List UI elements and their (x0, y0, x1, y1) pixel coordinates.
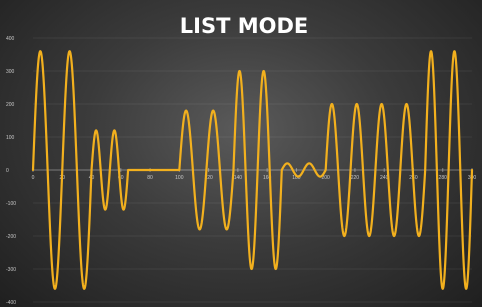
axes (32, 168, 473, 172)
chart-title: LIST MODE (180, 14, 308, 38)
y-tick-label: 300 (6, 69, 15, 75)
x-tick-label: 220 (351, 175, 360, 181)
y-tick-label: 0 (6, 168, 9, 174)
x-tick-label: 80 (147, 175, 153, 181)
x-tick-label: 280 (439, 175, 448, 181)
y-tick-label: -400 (6, 300, 16, 306)
y-tick-label: 200 (6, 102, 15, 108)
x-tick-label: 0 (32, 175, 35, 181)
y-tick-label: 400 (6, 36, 15, 42)
x-tick-label: 100 (175, 175, 184, 181)
y-tick-label: -200 (6, 234, 16, 240)
x-tick-label: 140 (234, 175, 243, 181)
y-tick-label: -100 (6, 201, 16, 207)
line-chart: -400-300-200-10001002003004000 20 40 60 80 10… (6, 14, 476, 306)
y-tick-label: -300 (6, 267, 16, 273)
chart-root: -400 -300 -200 -100 0 100 200 300 400 0 20 40 60 80 10… (0, 0, 482, 307)
y-tick-label: 100 (6, 135, 15, 141)
